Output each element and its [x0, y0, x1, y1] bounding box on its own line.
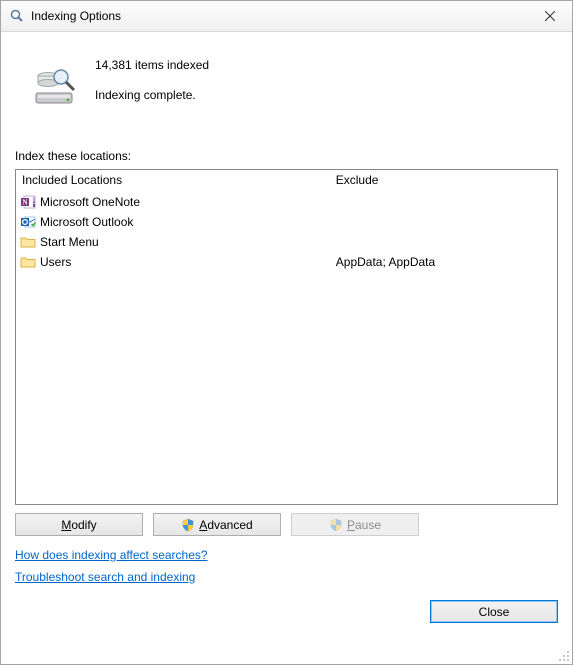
list-item[interactable]: Users AppData; AppData	[16, 252, 557, 272]
onenote-icon: N	[20, 194, 36, 210]
titlebar: Indexing Options	[1, 1, 572, 32]
column-header-exclude[interactable]: Exclude	[330, 170, 557, 192]
list-item[interactable]: Microsoft Outlook	[16, 212, 557, 232]
drive-magnifier-icon	[31, 66, 79, 109]
close-icon	[545, 11, 555, 21]
list-item[interactable]: Start Menu	[16, 232, 557, 252]
folder-icon	[20, 254, 36, 270]
locations-header: Included Locations Exclude	[16, 170, 557, 192]
shield-icon	[329, 518, 343, 532]
modify-button[interactable]: Modify	[15, 513, 143, 536]
resize-grip[interactable]	[558, 650, 570, 662]
list-item-name: Microsoft Outlook	[40, 215, 133, 229]
footer-row: Close	[15, 600, 558, 623]
indexing-options-window: Indexing Options	[0, 0, 573, 665]
indexing-state-text: Indexing complete.	[95, 88, 558, 102]
shield-icon	[181, 518, 195, 532]
list-item-name: Start Menu	[40, 235, 99, 249]
advanced-button[interactable]: Advanced	[153, 513, 281, 536]
outlook-icon	[20, 214, 36, 230]
list-item-exclude: AppData; AppData	[330, 255, 557, 269]
folder-icon	[20, 234, 36, 250]
status-row: 14,381 items indexed Indexing complete.	[15, 44, 558, 117]
locations-body: N Microsoft OneNote	[16, 192, 557, 504]
content-area: 14,381 items indexed Indexing complete. …	[1, 32, 572, 664]
close-button[interactable]: Close	[430, 600, 558, 623]
status-icon-column	[15, 58, 95, 109]
indexed-count-text: 14,381 items indexed	[95, 58, 558, 72]
troubleshoot-link[interactable]: Troubleshoot search and indexing	[15, 570, 195, 584]
window-title: Indexing Options	[31, 9, 527, 23]
list-item-name: Users	[40, 255, 71, 269]
list-item[interactable]: N Microsoft OneNote	[16, 192, 557, 212]
magnifier-icon	[9, 8, 25, 24]
list-item-name: Microsoft OneNote	[40, 195, 140, 209]
locations-section-label: Index these locations:	[15, 149, 558, 163]
how-indexing-link[interactable]: How does indexing affect searches?	[15, 548, 208, 562]
status-text-column: 14,381 items indexed Indexing complete.	[95, 58, 558, 109]
help-links: How does indexing affect searches? Troub…	[15, 548, 558, 592]
window-close-button[interactable]	[527, 2, 572, 31]
locations-listview[interactable]: Included Locations Exclude N	[15, 169, 558, 505]
pause-button: Pause	[291, 513, 419, 536]
modify-button-rest: odify	[71, 518, 96, 532]
column-header-included[interactable]: Included Locations	[16, 170, 330, 192]
svg-text:N: N	[22, 199, 27, 207]
button-row: Modify Advanced	[15, 513, 558, 536]
